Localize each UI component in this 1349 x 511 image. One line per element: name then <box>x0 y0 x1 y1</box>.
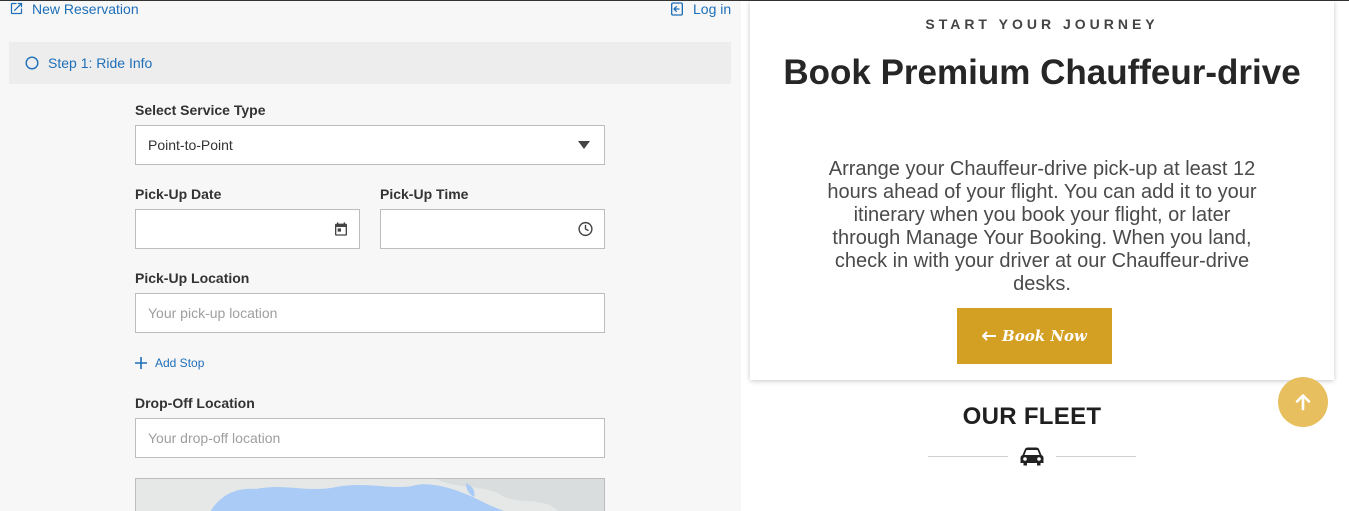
dropoff-location-placeholder: Your drop-off location <box>148 430 281 446</box>
login-icon <box>671 2 683 16</box>
pickup-date-label: Pick-Up Date <box>135 186 222 202</box>
pickup-time-label: Pick-Up Time <box>380 186 469 202</box>
circle-outline-icon <box>25 56 39 70</box>
add-stop-link[interactable]: Add Stop <box>135 356 204 370</box>
arrow-up-icon <box>1295 394 1311 411</box>
promo-headline: Book Premium Chauffeur-drive <box>783 53 1301 92</box>
dropdown-caret-icon <box>578 141 590 149</box>
book-now-button[interactable]: Book Now <box>957 308 1112 364</box>
fleet-title: OUR FLEET <box>962 403 1102 430</box>
scroll-to-top-button[interactable] <box>1278 377 1328 427</box>
car-icon <box>1020 447 1044 466</box>
book-now-label: Book Now <box>1002 327 1087 345</box>
login-label: Log in <box>693 1 732 17</box>
pickup-location-placeholder: Your pick-up location <box>148 305 278 321</box>
pickup-time-input[interactable] <box>380 209 605 249</box>
route-map[interactable] <box>135 478 605 511</box>
dropoff-location-input[interactable]: Your drop-off location <box>135 418 605 458</box>
fleet-divider-right <box>1056 456 1136 457</box>
pickup-location-input[interactable]: Your pick-up location <box>135 293 605 333</box>
add-stop-label: Add Stop <box>155 356 205 370</box>
service-type-select[interactable]: Point-to-Point <box>135 125 605 165</box>
new-reservation-link[interactable]: New Reservation <box>9 1 139 16</box>
open-in-new-icon <box>10 2 23 15</box>
clock-icon <box>578 221 593 237</box>
login-link[interactable]: Log in <box>669 1 731 17</box>
promo-description: Arrange your Chauffeur-drive pick-up at … <box>827 158 1257 295</box>
map-terrain <box>136 479 604 511</box>
calendar-icon <box>335 222 347 236</box>
new-reservation-label: New Reservation <box>32 1 139 17</box>
service-type-value: Point-to-Point <box>148 137 233 153</box>
pickup-date-input[interactable] <box>135 209 360 249</box>
plus-icon <box>135 357 147 369</box>
arrow-left-icon <box>982 331 997 341</box>
fleet-divider-left <box>928 456 1008 457</box>
step-1-label: Step 1: Ride Info <box>48 55 153 71</box>
promo-eyebrow: START YOUR JOURNEY <box>925 16 1159 32</box>
reservation-panel: New Reservation Log in Step 1: Ride Info… <box>0 1 741 511</box>
pickup-location-label: Pick-Up Location <box>135 270 250 286</box>
dropoff-location-label: Drop-Off Location <box>135 395 255 411</box>
promo-card: START YOUR JOURNEY Book Premium Chauffeu… <box>750 1 1334 380</box>
service-type-label: Select Service Type <box>135 102 266 118</box>
step-1-header[interactable]: Step 1: Ride Info <box>9 42 731 84</box>
